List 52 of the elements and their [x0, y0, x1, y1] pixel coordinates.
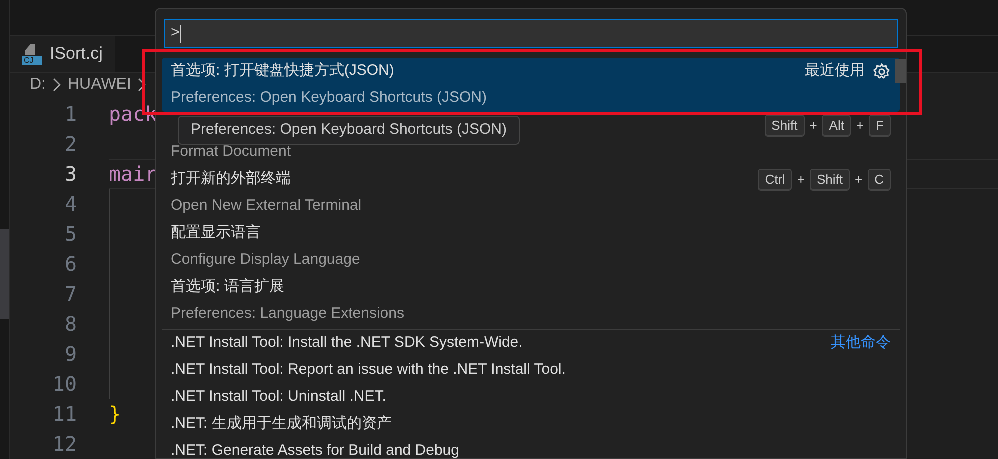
- key-cap: Alt: [822, 114, 852, 136]
- chevron-icon: [138, 78, 146, 92]
- line-number: 3: [64, 161, 77, 188]
- command-item[interactable]: 首选项: 打开键盘快捷方式(JSON) 最近使用 Preferences: Open Keyboard Shortcuts (JSON): [162, 58, 900, 112]
- command-item[interactable]: .NET Install Tool: Report an issue with the .NET Install Tool.: [171, 359, 566, 382]
- chevron-icon: [53, 78, 61, 92]
- line-number: 10: [52, 371, 77, 398]
- command-item[interactable]: .NET: Generate Assets for Build and Debug: [171, 440, 460, 458]
- key-cap: Shift: [764, 114, 805, 136]
- group-heading: 其他命令: [831, 333, 891, 354]
- line-number: 6: [64, 251, 77, 278]
- text-cursor: [180, 24, 181, 42]
- command-item[interactable]: .NET Install Tool: Uninstall .NET.: [171, 386, 386, 409]
- line-number: 8: [64, 311, 77, 338]
- plus-sign: +: [856, 116, 864, 135]
- command-detail: Configure Display Language: [171, 250, 362, 270]
- plus-sign: +: [797, 170, 805, 189]
- key-cap: Shift: [810, 168, 850, 190]
- line-number: 2: [64, 131, 77, 158]
- key-cap: F: [869, 114, 891, 136]
- command-detail: Open New External Terminal: [171, 196, 363, 216]
- editor-tab[interactable]: CJ ISort.cj: [10, 36, 115, 72]
- recently-used-label: 最近使用: [805, 61, 865, 82]
- plus-sign: +: [855, 170, 863, 189]
- tooltip: Preferences: Open Keyboard Shortcuts (JSON): [178, 116, 520, 145]
- command-item[interactable]: .NET: 生成用于生成和调试的资产: [171, 413, 392, 436]
- command-detail: Preferences: Open Keyboard Shortcuts (JSON): [171, 88, 488, 108]
- line-number: 5: [64, 221, 77, 248]
- command-detail: Preferences: Language Extensions: [171, 304, 406, 324]
- settings-icon[interactable]: [873, 62, 891, 80]
- command-label[interactable]: 首选项: 语言扩展: [171, 276, 284, 299]
- plus-sign: +: [810, 116, 818, 135]
- breadcrumb-item[interactable]: D:: [30, 73, 46, 97]
- line-number: 7: [64, 281, 77, 308]
- command-label: 首选项: 打开键盘快捷方式(JSON): [171, 61, 394, 82]
- command-input[interactable]: >: [164, 19, 898, 48]
- line-number: 4: [64, 191, 77, 218]
- line-number: 9: [64, 341, 77, 368]
- key-cap: Ctrl: [758, 168, 792, 190]
- code-text: mair: [109, 161, 158, 188]
- command-label[interactable]: 配置显示语言: [171, 222, 261, 245]
- list-scrollbar-thumb[interactable]: [895, 59, 906, 83]
- scrollbar-thumb[interactable]: [0, 229, 9, 319]
- key-cap: C: [868, 168, 891, 190]
- line-number: 1: [64, 101, 77, 128]
- line-number: 11: [52, 401, 77, 428]
- breadcrumb-item[interactable]: HUAWEI: [68, 73, 132, 97]
- command-label[interactable]: 打开新的外部终端: [171, 168, 291, 191]
- tab-label: ISort.cj: [50, 43, 103, 66]
- command-item[interactable]: .NET Install Tool: Install the .NET SDK System-Wide.: [171, 332, 523, 355]
- code-text: }: [109, 401, 122, 428]
- line-number: 12: [52, 431, 77, 458]
